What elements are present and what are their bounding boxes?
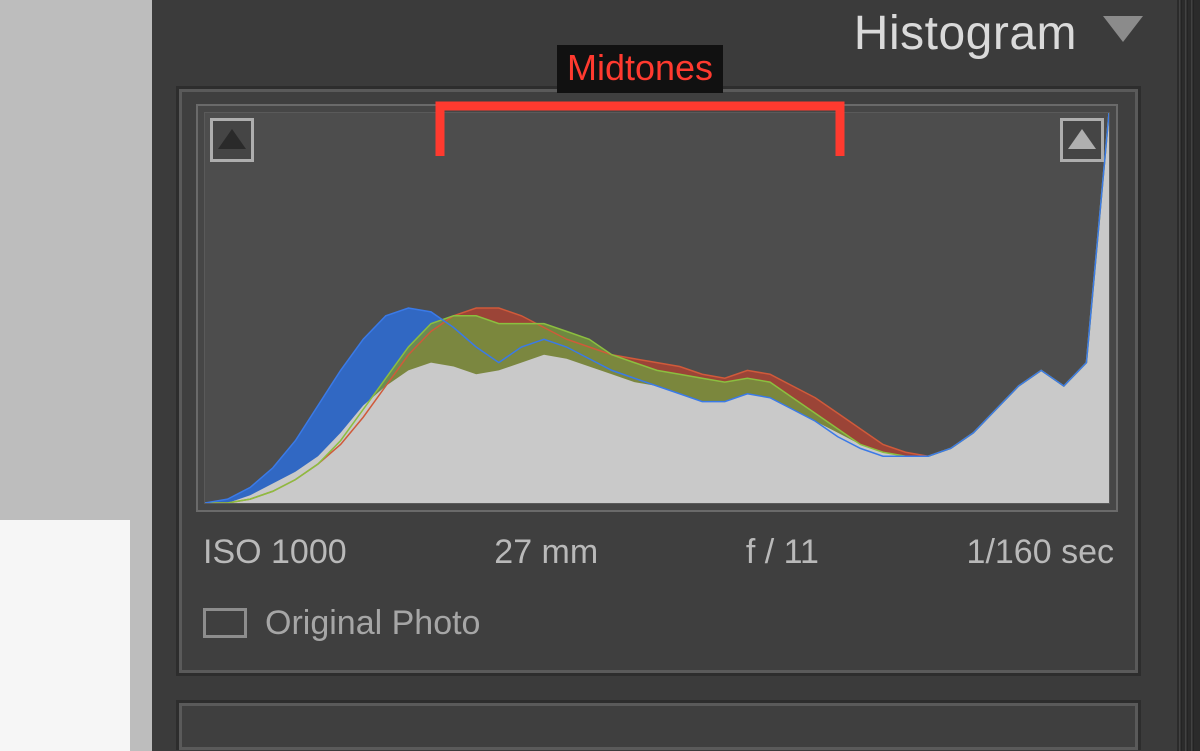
exposure-metadata-row: ISO 1000 27 mm f / 11 1/160 sec <box>203 527 1114 577</box>
app-background-white <box>0 520 130 751</box>
triangle-up-icon <box>1068 129 1096 149</box>
histogram-chart[interactable] <box>196 104 1118 512</box>
shutter-speed-value: 1/160 sec <box>967 533 1114 572</box>
histogram-chart-inner <box>204 112 1110 504</box>
panel-title: Histogram <box>854 6 1077 61</box>
original-photo-label: Original Photo <box>265 604 480 643</box>
histogram-panel: Histogram ISO 1000 27 mm f / 11 1/160 se <box>152 0 1177 751</box>
original-photo-checkbox[interactable] <box>203 608 247 638</box>
focal-length-value: 27 mm <box>494 533 598 572</box>
histogram-panel-header[interactable]: Histogram <box>152 0 1177 70</box>
iso-value: ISO 1000 <box>203 533 347 572</box>
aperture-value: f / 11 <box>746 533 819 572</box>
next-panel-strip <box>176 700 1141 750</box>
histogram-frame: ISO 1000 27 mm f / 11 1/160 sec Original… <box>176 86 1141 676</box>
histogram-curves <box>205 113 1109 503</box>
panel-right-rail <box>1177 0 1200 751</box>
shadow-clipping-toggle[interactable] <box>210 118 254 162</box>
collapse-triangle-icon[interactable] <box>1103 16 1143 42</box>
highlight-clipping-toggle[interactable] <box>1060 118 1104 162</box>
triangle-up-icon <box>218 129 246 149</box>
original-photo-row[interactable]: Original Photo <box>203 599 480 647</box>
